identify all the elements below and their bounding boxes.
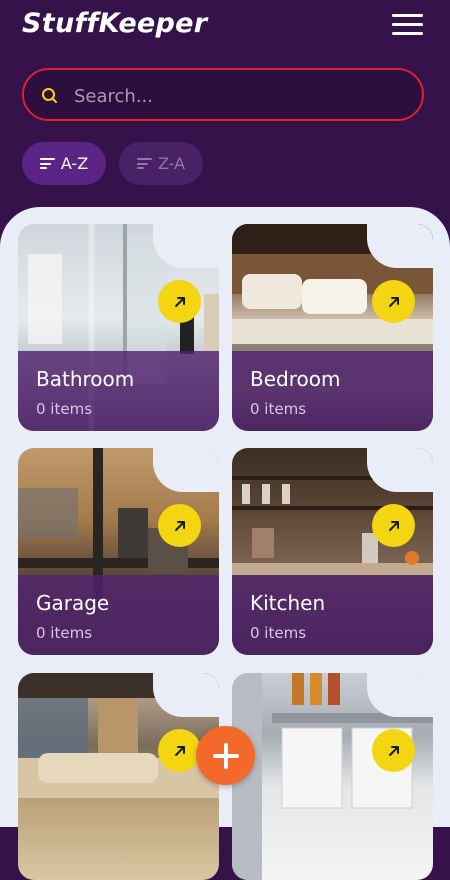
room-card-kitchen[interactable]: Kitchen 0 items [232,448,433,655]
open-room-button[interactable] [158,504,201,547]
sort-az-button[interactable]: A-Z [22,142,106,185]
arrow-up-right-icon [388,745,399,756]
sort-lines-icon [39,158,55,169]
search-bar[interactable] [22,68,424,121]
card-overlay [18,351,219,431]
search-input[interactable] [72,80,406,112]
arrow-up-right-icon [388,520,399,531]
add-room-button[interactable] [196,726,255,785]
open-room-button[interactable] [372,280,415,323]
open-room-button[interactable] [372,729,415,772]
menu-button[interactable] [392,12,424,38]
room-name: Bathroom [36,367,135,391]
sort-za-label: Z-A [157,154,186,173]
open-room-button[interactable] [158,729,201,772]
arrow-up-right-icon [174,296,185,307]
open-room-button[interactable] [372,504,415,547]
room-name: Bedroom [250,367,341,391]
room-card-pantry[interactable] [232,673,433,880]
room-name: Kitchen [250,591,326,615]
card-overlay [18,575,219,655]
sort-za-button[interactable]: Z-A [119,142,203,185]
room-card-bedroom[interactable]: Bedroom 0 items [232,224,433,431]
card-overlay [232,351,433,431]
hamburger-menu-icon-bar [392,32,423,35]
sort-lines-icon [136,158,152,169]
room-card-garage[interactable]: Garage 0 items [18,448,219,655]
search-icon [42,88,57,103]
room-item-count: 0 items [250,624,307,642]
arrow-up-right-icon [174,520,185,531]
room-card-living[interactable] [18,673,219,880]
card-overlay [232,575,433,655]
plus-icon [212,742,239,769]
open-room-button[interactable] [158,280,201,323]
room-name: Garage [36,591,110,615]
room-card-bathroom[interactable]: Bathroom 0 items [18,224,219,431]
app-header: StuffKeeper [0,0,450,56]
arrow-up-right-icon [388,296,399,307]
hamburger-menu-icon [392,14,423,17]
room-item-count: 0 items [250,400,307,418]
sort-az-label: A-Z [60,154,89,173]
app-logo: StuffKeeper [22,8,208,39]
room-item-count: 0 items [36,624,93,642]
hamburger-menu-icon-bar [392,23,423,26]
room-item-count: 0 items [36,400,93,418]
arrow-up-right-icon [174,745,185,756]
